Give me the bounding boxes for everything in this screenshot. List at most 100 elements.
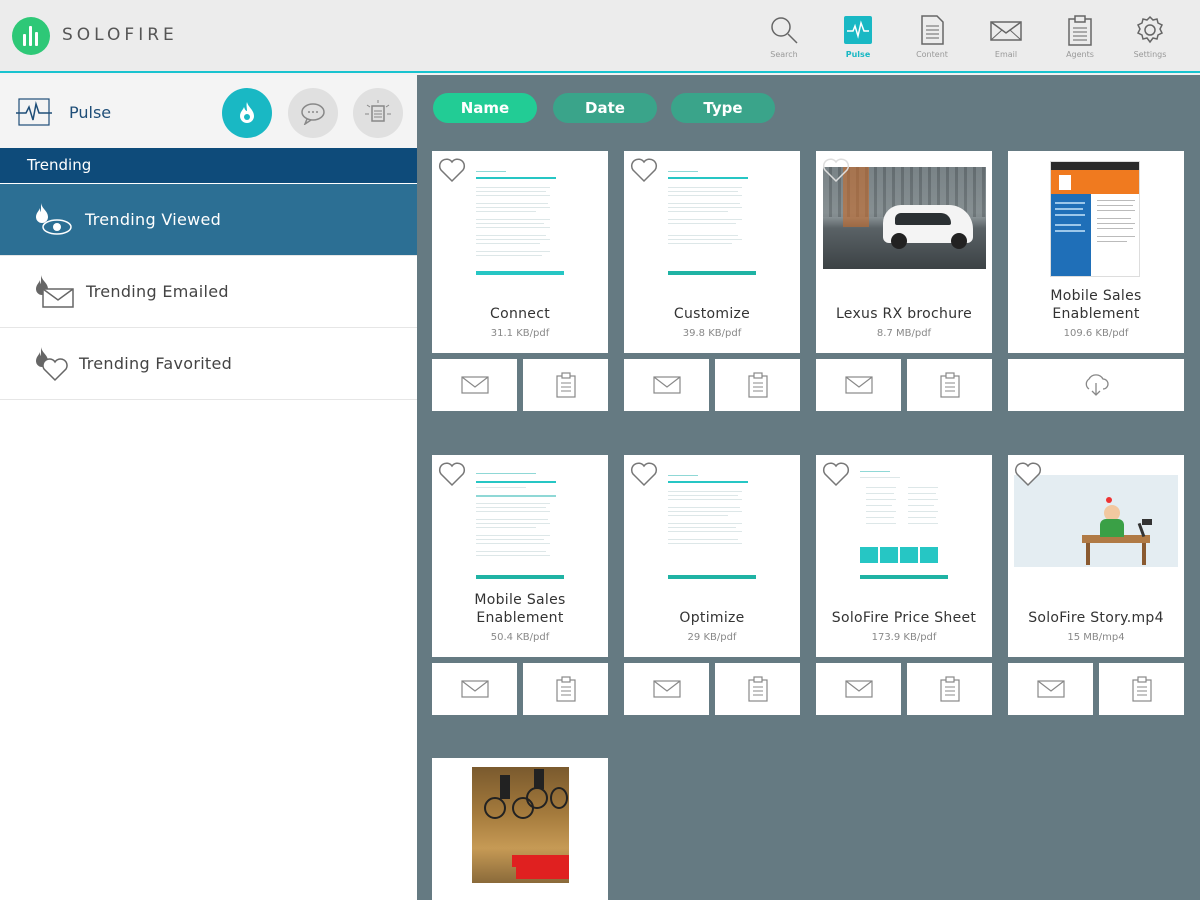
content-card-optimize[interactable]: Optimize 29 KB/pdf	[624, 455, 800, 657]
clipboard-button[interactable]	[907, 359, 992, 411]
clipboard-button[interactable]	[523, 663, 608, 715]
card-file-info: 39.8 KB/pdf	[682, 328, 742, 339]
card-title: Customize	[673, 306, 751, 322]
sort-date-button[interactable]: Date	[553, 93, 657, 123]
sidebar-item-label: Trending Viewed	[85, 210, 222, 229]
clipboard-icon	[1068, 15, 1092, 46]
nav-pulse[interactable]: Pulse	[828, 8, 888, 70]
card-title: Optimize	[679, 610, 745, 626]
lightbulb-document-icon	[365, 100, 391, 122]
top-bar: SOLOFIRE Search Pulse Content Email Agen…	[0, 0, 1200, 73]
content-grid: Name Date Type Connect 31.1 KB/pdf Custo…	[417, 75, 1200, 900]
card-file-info: 31.1 KB/pdf	[490, 328, 550, 339]
card-title: Mobile Sales	[474, 592, 566, 608]
clipboard-button[interactable]	[1099, 663, 1184, 715]
document-thumbnail	[860, 467, 948, 583]
clipboard-button[interactable]	[523, 359, 608, 411]
document-icon	[921, 15, 944, 45]
envelope-icon	[652, 376, 681, 394]
nav-search[interactable]: Search	[754, 8, 814, 70]
gear-icon	[1136, 15, 1164, 44]
content-card-bike-booklet[interactable]	[432, 758, 608, 900]
cycling-booklet-thumbnail	[472, 767, 569, 883]
card-title: SoloFire Price Sheet	[831, 610, 977, 626]
comments-filter-button[interactable]	[288, 88, 338, 138]
solofire-logo-icon	[12, 17, 50, 55]
card-title: Lexus RX brochure	[835, 306, 973, 322]
sidebar-item-label: Trending Emailed	[86, 282, 229, 301]
clipboard-button[interactable]	[907, 663, 992, 715]
pulse-header: Pulse	[0, 75, 417, 148]
content-card-solofire-price-sheet[interactable]: SoloFire Price Sheet 173.9 KB/pdf	[816, 455, 992, 657]
pulse-title: Pulse	[69, 103, 112, 122]
favorite-heart-icon[interactable]	[822, 461, 850, 487]
card-title-line2: Enablement	[1052, 306, 1140, 322]
sort-name-button[interactable]: Name	[433, 93, 537, 123]
email-button[interactable]	[816, 663, 901, 715]
nav-search-label: Search	[770, 50, 798, 59]
sidebar: Pulse Trending Trending Viewed Trending …	[0, 75, 417, 900]
card-title: SoloFire Story.mp4	[1028, 610, 1164, 626]
document-thumbnail	[1050, 161, 1140, 277]
email-button[interactable]	[432, 359, 517, 411]
sidebar-item-trending-favorited[interactable]: Trending Favorited	[0, 328, 417, 400]
idea-filter-button[interactable]	[353, 88, 403, 138]
content-card-connect[interactable]: Connect 31.1 KB/pdf	[432, 151, 608, 353]
email-button[interactable]	[432, 663, 517, 715]
download-button[interactable]	[1008, 359, 1184, 411]
email-button[interactable]	[624, 359, 709, 411]
chat-bubble-icon	[301, 103, 325, 125]
trending-viewed-icon	[36, 203, 72, 235]
content-card-lexus-rx-brochure[interactable]: Lexus RX brochure 8.7 MB/pdf	[816, 151, 992, 353]
clipboard-icon	[747, 372, 768, 398]
trending-filter-button[interactable]	[222, 88, 272, 138]
favorite-heart-icon[interactable]	[438, 157, 466, 183]
clipboard-icon	[939, 372, 960, 398]
clipboard-button[interactable]	[715, 663, 800, 715]
sort-type-button[interactable]: Type	[671, 93, 775, 123]
favorite-heart-icon[interactable]	[630, 461, 658, 487]
envelope-icon	[460, 376, 489, 394]
nav-settings[interactable]: Settings	[1120, 8, 1180, 70]
nav-agents[interactable]: Agents	[1050, 8, 1110, 70]
card-title: Connect	[490, 306, 550, 322]
flame-icon	[240, 102, 254, 123]
email-button[interactable]	[624, 663, 709, 715]
card-file-info: 15 MB/mp4	[1067, 632, 1125, 643]
envelope-icon	[1036, 680, 1065, 698]
clipboard-icon	[747, 676, 768, 702]
favorite-heart-icon[interactable]	[438, 461, 466, 487]
clipboard-icon	[555, 372, 576, 398]
content-card-mobile-sales-enablement-2[interactable]: Mobile Sales Enablement 50.4 KB/pdf	[432, 455, 608, 657]
nav-content-label: Content	[916, 50, 948, 59]
card-file-info: 173.9 KB/pdf	[871, 632, 937, 643]
email-button[interactable]	[1008, 663, 1093, 715]
card-file-info: 109.6 KB/pdf	[1063, 328, 1129, 339]
nav-content[interactable]: Content	[902, 8, 962, 70]
envelope-icon	[460, 680, 489, 698]
envelope-icon	[990, 21, 1022, 41]
document-thumbnail	[668, 467, 756, 583]
card-title-line2: Enablement	[476, 610, 564, 626]
content-card-customize[interactable]: Customize 39.8 KB/pdf	[624, 151, 800, 353]
brand-name: SOLOFIRE	[62, 25, 178, 45]
envelope-icon	[844, 376, 873, 394]
nav-email[interactable]: Email	[976, 8, 1036, 70]
video-thumbnail	[1014, 475, 1178, 567]
clipboard-button[interactable]	[715, 359, 800, 411]
sidebar-item-trending-viewed[interactable]: Trending Viewed	[0, 184, 417, 256]
sidebar-item-trending-emailed[interactable]: Trending Emailed	[0, 256, 417, 328]
card-file-info: 8.7 MB/pdf	[876, 328, 932, 339]
trending-section-header: Trending	[0, 148, 417, 183]
clipboard-icon	[939, 676, 960, 702]
favorite-heart-icon[interactable]	[1014, 461, 1042, 487]
email-button[interactable]	[816, 359, 901, 411]
clipboard-icon	[1131, 676, 1152, 702]
content-card-mobile-sales-enablement[interactable]: Mobile Sales Enablement 109.6 KB/pdf	[1008, 151, 1184, 353]
cloud-download-icon	[1085, 374, 1109, 396]
envelope-icon	[844, 680, 873, 698]
content-card-solofire-story-video[interactable]: SoloFire Story.mp4 15 MB/mp4	[1008, 455, 1184, 657]
favorite-heart-icon[interactable]	[630, 157, 658, 183]
document-thumbnail	[668, 163, 756, 279]
favorite-heart-icon[interactable]	[822, 157, 850, 183]
